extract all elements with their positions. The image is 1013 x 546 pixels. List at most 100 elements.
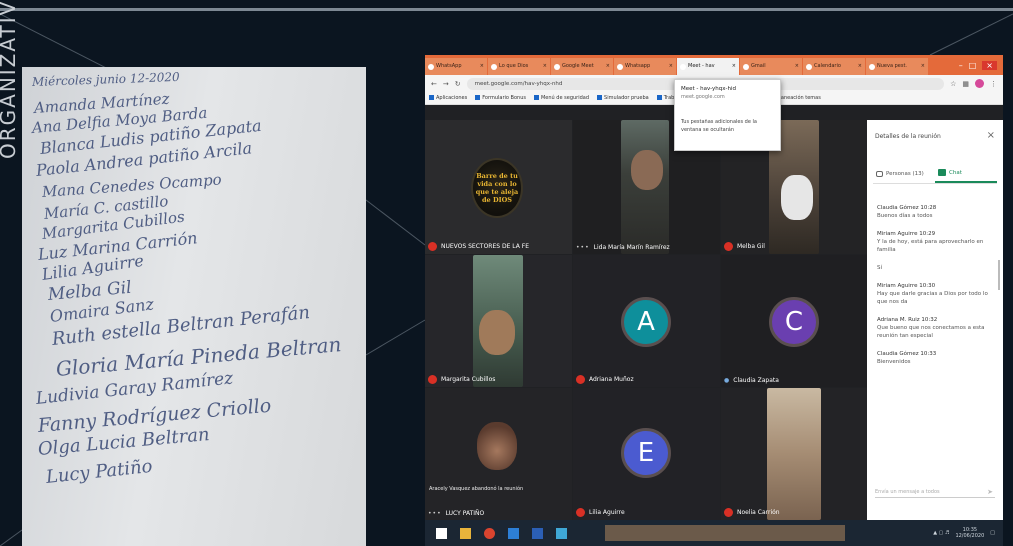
video-tile[interactable]: Barre de tu vida con lo que te aleja de …	[425, 120, 572, 254]
word-icon[interactable]	[527, 524, 547, 542]
start-icon[interactable]	[431, 524, 451, 542]
favicon-icon	[554, 63, 560, 70]
bookmark-item[interactable]: Aplicaciones	[429, 95, 467, 101]
close-tab-icon[interactable]: ×	[795, 58, 799, 75]
store-icon[interactable]	[503, 524, 523, 542]
favicon-icon	[869, 63, 875, 70]
tab-chat-label: Chat	[949, 169, 962, 176]
close-icon[interactable]: ×	[987, 130, 995, 141]
tile-label: Noelia Carrión	[724, 508, 780, 517]
tile-label: Lilia Aguirre	[576, 508, 625, 517]
browser-tab[interactable]: Whatsapp ×	[614, 58, 676, 75]
browser-tab[interactable]: Gmail ×	[740, 58, 802, 75]
tab-chat[interactable]: Chat	[935, 164, 997, 183]
reload-icon[interactable]: ↻	[455, 80, 461, 88]
attendance-sheet-photo: Miércoles junio 12-2020 Amanda Martínez An…	[22, 67, 366, 546]
people-icon	[876, 170, 883, 177]
maximize-icon[interactable]: □	[969, 61, 977, 70]
tray-icons[interactable]: ▲ ▢ ♬	[933, 530, 949, 536]
mic-off-icon	[428, 375, 437, 384]
browser-tab[interactable]: WhatsApp ×	[425, 58, 487, 75]
hover-card-title: Meet - hav-yhqx-hid	[681, 86, 736, 92]
browser-tab[interactable]: Nueva pest. ×	[866, 58, 928, 75]
message-sender: Adriana M. Ruiz 10:32	[877, 317, 938, 323]
browser-tab[interactable]: Lo que Dios ×	[488, 58, 550, 75]
bookmark-item[interactable]: Menú de seguridad	[533, 95, 590, 101]
participant-name: Margarita Cubillos	[441, 376, 496, 383]
favicon-icon	[680, 63, 686, 70]
video-tile[interactable]: Noelia Carrión	[721, 388, 867, 520]
chat-tabs: Personas (13) Chat	[873, 164, 997, 184]
tab-people[interactable]: Personas (13)	[873, 164, 935, 183]
browser-tab[interactable]: Calendario ×	[803, 58, 865, 75]
video-tile[interactable]: Aracely Vasquez abandonó la reunión ••• L…	[425, 388, 572, 520]
chat-panel-title: Detalles de la reunión	[875, 133, 941, 140]
bookmark-item[interactable]: Simulador prueba	[597, 95, 649, 101]
chrome-icon[interactable]	[479, 524, 499, 542]
notification-icon[interactable]: □	[990, 530, 995, 536]
extensions-icon[interactable]: ▦	[962, 80, 969, 88]
close-tab-icon[interactable]: ×	[921, 58, 925, 75]
chat-icon	[938, 169, 946, 176]
app-icon[interactable]	[551, 524, 571, 542]
avatar-initial: C	[784, 307, 804, 337]
message-sender: Miriam Aguirre 10:30	[877, 283, 936, 289]
forward-icon[interactable]: →	[443, 80, 449, 88]
video-tile[interactable]: C ● Claudia Zapata	[721, 255, 867, 387]
bookmark-icon	[656, 95, 662, 100]
tab-label: Whatsapp	[625, 63, 651, 69]
slide-vertical-title: ORGANIZATIV	[0, 0, 20, 160]
taskbar-clock[interactable]: 10:35 12/06/2020	[955, 527, 984, 539]
tab-label: Meet - hav	[688, 63, 715, 69]
participant-name: Noelia Carrión	[737, 509, 780, 516]
close-tab-icon[interactable]: ×	[543, 58, 547, 75]
video-tile[interactable]: A Adriana Muñoz	[573, 255, 720, 387]
file-explorer-icon[interactable]	[455, 524, 475, 542]
menu-icon[interactable]: ⋮	[990, 80, 997, 88]
video-tile[interactable]: E Lilia Aguirre	[573, 388, 720, 520]
scrollbar[interactable]	[998, 260, 1000, 290]
chat-message: Miriam Aguirre 10:30 Hay que darle gracia…	[877, 282, 995, 306]
close-tab-icon[interactable]: ×	[480, 58, 484, 75]
tab-strip: WhatsApp × Lo que Dios × Google Meet × Whatsap…	[425, 55, 1003, 75]
send-icon[interactable]: ➤	[987, 488, 993, 496]
profile-avatar[interactable]	[975, 79, 984, 88]
close-tab-icon[interactable]: ×	[606, 58, 610, 75]
mic-off-icon	[724, 242, 733, 251]
star-icon[interactable]: ☆	[950, 80, 956, 88]
bookmark-icon	[475, 95, 481, 100]
tile-label: NUEVOS SECTORES DE LA FE	[428, 242, 529, 251]
close-tab-icon[interactable]: ×	[669, 58, 673, 75]
message-sender: Claudia Gómez 10:28	[877, 205, 937, 211]
participant-name: Lida María Marín Ramírez	[593, 244, 670, 251]
tab-hover-card: Meet - hav-yhqx-hid meet.google.com Tus …	[674, 79, 781, 151]
favicon-icon	[617, 63, 623, 70]
tab-people-label: Personas (13)	[886, 170, 924, 177]
video-tile[interactable]: Margarita Cubillos	[425, 255, 572, 387]
chat-message: Miriam Aguirre 10:29 Y la de hoy, está pa…	[877, 230, 995, 254]
message-text: Bienvenidos	[877, 359, 911, 365]
browser-tab[interactable]: Google Meet ×	[551, 58, 613, 75]
close-tab-icon[interactable]: ×	[732, 58, 736, 75]
participant-avatar: A	[621, 297, 671, 347]
chat-message-input[interactable]: Envía un mensaje a todos	[875, 486, 995, 498]
minimize-icon[interactable]: –	[959, 61, 963, 70]
clock-date: 12/06/2020	[955, 533, 985, 539]
bookmark-item[interactable]: Formulario Bonus	[475, 95, 526, 101]
more-options-icon[interactable]: •••	[576, 244, 590, 251]
browser-tab[interactable]: Meet - hav ×	[677, 58, 739, 75]
tile-label: Margarita Cubillos	[428, 375, 495, 384]
close-window-icon[interactable]: ×	[982, 60, 997, 70]
bookmark-icon	[429, 95, 434, 100]
hover-card-subtitle: meet.google.com	[681, 94, 725, 100]
message-sender: Claudia Gómez 10:33	[877, 351, 937, 357]
more-options-icon[interactable]: •••	[428, 510, 442, 517]
participant-face	[477, 422, 517, 470]
message-text: Que bueno que nos conectamos a esta reun…	[877, 325, 985, 339]
bookmark-label: Menú de seguridad	[540, 95, 590, 101]
close-tab-icon[interactable]: ×	[858, 58, 862, 75]
chat-panel: Detalles de la reunión × Personas (13) C…	[867, 120, 1003, 520]
participant-name: LUCY PATIÑO	[445, 510, 485, 517]
back-icon[interactable]: ←	[431, 80, 437, 88]
taskbar-window-preview[interactable]	[605, 525, 845, 541]
